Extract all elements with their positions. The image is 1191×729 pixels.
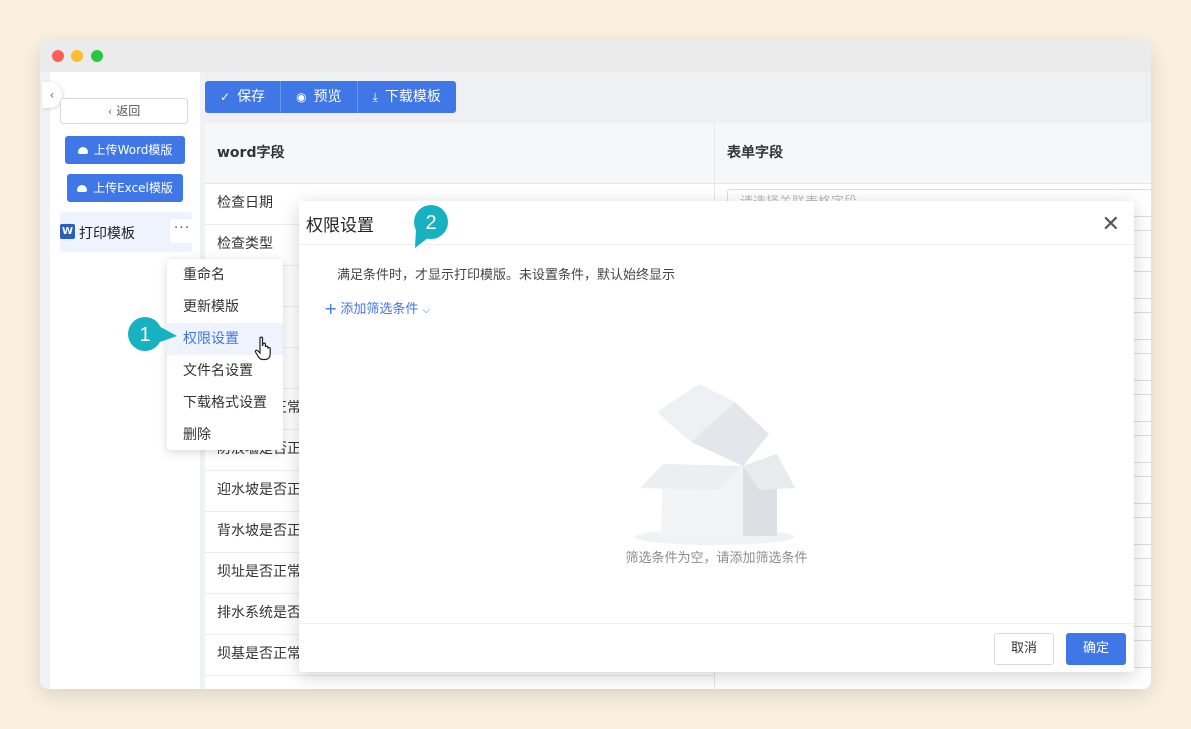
add-filter-label: 添加筛选条件 (340, 302, 419, 317)
add-filter-button[interactable]: + 添加筛选条件 ⌵ (324, 298, 430, 318)
step-badge-2-number: 2 (425, 212, 436, 234)
word-file-icon: W (60, 224, 75, 239)
divider (299, 623, 1134, 624)
template-name: 打印模板 (79, 226, 135, 242)
collapse-sidebar-button[interactable]: ‹ (42, 82, 62, 108)
cloud-upload-icon (77, 185, 88, 192)
template-item[interactable]: W 打印模板 ··· (60, 212, 194, 252)
empty-state-text: 筛选条件为空，请添加筛选条件 (625, 551, 808, 566)
upload-excel-label: 上传Excel模版 (93, 181, 173, 195)
upload-word-button[interactable]: 上传Word模版 (65, 136, 185, 164)
close-icon[interactable]: ✕ (1102, 214, 1120, 236)
eye-icon: ◉ (296, 90, 307, 104)
chevron-left-icon: ‹ (107, 105, 113, 118)
hand-pointer-icon (254, 336, 271, 361)
menu-item[interactable]: 删除 (167, 419, 283, 451)
title-bar (40, 40, 1151, 72)
download-template-button[interactable]: ⤓ 下载模板 (357, 81, 456, 113)
table-header: word字段 表单字段 (205, 123, 1151, 184)
close-window-button[interactable] (52, 50, 64, 62)
permission-settings-dialog: 权限设置 ✕ 满足条件时，才显示打印模版。未设置条件，默认始终显示 + 添加筛选条… (299, 201, 1134, 672)
word-field-cell: 检查日期 (217, 195, 273, 211)
word-field-cell: 迎水坡是否正 (217, 482, 301, 498)
back-label: 返回 (116, 104, 141, 118)
preview-button[interactable]: ◉ 预览 (281, 81, 358, 113)
download-label: 下载模板 (384, 89, 441, 105)
word-field-cell: 背水坡是否正 (217, 523, 301, 539)
column-header-form: 表单字段 (727, 145, 783, 161)
maximize-window-button[interactable] (91, 50, 103, 62)
word-field-cell: 坝基是否正常 (217, 646, 301, 662)
word-field-cell: 排水系统是否 (217, 605, 301, 621)
download-icon: ⤓ (372, 90, 378, 104)
save-label: 保存 (237, 89, 266, 105)
back-button[interactable]: ‹ 返回 (60, 98, 188, 124)
upload-word-label: 上传Word模版 (93, 143, 173, 157)
dialog-title: 权限设置 (306, 216, 374, 236)
confirm-button[interactable]: 确定 (1066, 633, 1126, 665)
toolbar: ✓ 保存 ◉ 预览 ⤓ 下载模板 (205, 81, 456, 113)
more-options-button[interactable]: ··· (170, 219, 194, 243)
dialog-description: 满足条件时，才显示打印模版。未设置条件，默认始终显示 (337, 268, 676, 283)
preview-label: 预览 (313, 89, 342, 105)
menu-item[interactable]: 更新模版 (167, 291, 283, 323)
plus-icon: + (324, 299, 338, 318)
step-badge-1: 1 (128, 317, 177, 351)
check-icon: ✓ (220, 90, 231, 104)
menu-item[interactable]: 下载格式设置 (167, 387, 283, 419)
save-button[interactable]: ✓ 保存 (205, 81, 282, 113)
menu-item[interactable]: 重命名 (167, 259, 283, 291)
column-header-word: word字段 (217, 145, 285, 161)
upload-excel-button[interactable]: 上传Excel模版 (67, 174, 183, 202)
step-badge-2: 2 (414, 205, 448, 248)
chevron-down-icon: ⌵ (422, 305, 431, 316)
minimize-window-button[interactable] (71, 50, 83, 62)
word-field-cell: 坝址是否正常 (217, 564, 301, 580)
chevron-left-icon: ‹ (49, 88, 55, 102)
empty-box-illustration (635, 384, 795, 545)
cancel-button[interactable]: 取消 (994, 633, 1054, 665)
step-badge-1-number: 1 (139, 324, 150, 346)
cloud-upload-icon (77, 147, 88, 154)
